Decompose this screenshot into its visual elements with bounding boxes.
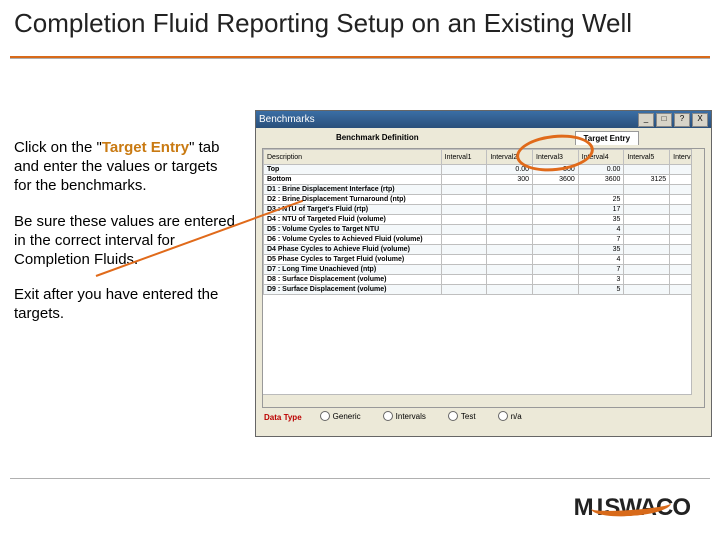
benchmarks-window: Benchmarks _ □ ? X Benchmark Definition … xyxy=(255,110,712,437)
table-row[interactable]: D5 : Volume Cycles to Target NTU4 xyxy=(264,225,704,235)
table-row[interactable]: D6 : Volume Cycles to Achieved Fluid (vo… xyxy=(264,235,704,245)
table-row[interactable]: Bottom300360036003125 xyxy=(264,175,704,185)
data-grid[interactable]: DescriptionInterval1Interval2Interval3In… xyxy=(262,148,705,408)
tab-target-entry[interactable]: Target Entry xyxy=(575,131,640,145)
table-row[interactable]: D2 : Brine Displacement Turnaround (ntp)… xyxy=(264,195,704,205)
table-row[interactable]: D4 : NTU of Targeted Fluid (volume)35 xyxy=(264,215,704,225)
brand-logo: M ISWACO xyxy=(574,494,690,522)
footer-bar: Data Type Generic Intervals Test n/a xyxy=(256,408,711,426)
instruction-p2: Be sure these values are entered in the … xyxy=(14,212,238,270)
scrollbar-horizontal[interactable] xyxy=(263,394,692,407)
radio-option[interactable]: n/a xyxy=(498,411,522,421)
tab-benchmark-definition[interactable]: Benchmark Definition xyxy=(328,131,427,145)
table-row[interactable]: D7 : Long Time Unachieved (ntp)7 xyxy=(264,265,704,275)
instruction-block: Click on the "Target Entry" tab and ente… xyxy=(14,138,238,340)
col-header[interactable]: Interval5 xyxy=(624,150,670,165)
divider-top-shadow xyxy=(10,58,710,59)
instruction-p3: Exit after you have entered the targets. xyxy=(14,285,238,323)
table-row[interactable]: D8 : Surface Displacement (volume)3 xyxy=(264,275,704,285)
minimize-button[interactable]: _ xyxy=(638,113,654,127)
col-header[interactable]: Interval4 xyxy=(578,150,624,165)
scrollbar-vertical[interactable] xyxy=(691,149,704,407)
col-header[interactable]: Description xyxy=(264,150,442,165)
window-title: Benchmarks xyxy=(259,114,315,125)
data-type-label: Data Type xyxy=(264,413,302,422)
radio-option[interactable]: Generic xyxy=(320,411,361,421)
table-row[interactable]: Top0.003000.00 xyxy=(264,165,704,175)
radio-option[interactable]: Intervals xyxy=(383,411,426,421)
highlight-target-entry: Target Entry xyxy=(102,139,189,156)
radio-option[interactable]: Test xyxy=(448,411,476,421)
table-row[interactable]: D1 : Brine Displacement Interface (rtp) xyxy=(264,185,704,195)
col-header[interactable]: Interval1 xyxy=(441,150,487,165)
table-row[interactable]: D9 : Surface Displacement (volume)5 xyxy=(264,285,704,295)
table-row[interactable]: D3 : NTU of Target's Fluid (rtp)17 xyxy=(264,205,704,215)
table-row[interactable]: D4 Phase Cycles to Achieve Fluid (volume… xyxy=(264,245,704,255)
col-header[interactable]: Interval2 xyxy=(487,150,533,165)
divider-bottom xyxy=(10,478,710,479)
help-button[interactable]: ? xyxy=(674,113,690,127)
col-header[interactable]: Interval3 xyxy=(533,150,579,165)
instruction-p1: Click on the "Target Entry" tab and ente… xyxy=(14,138,238,196)
close-button[interactable]: X xyxy=(692,113,708,127)
slide-title: Completion Fluid Reporting Setup on an E… xyxy=(14,8,632,39)
tab-strip: Benchmark Definition Target Entry xyxy=(256,128,711,148)
titlebar: Benchmarks _ □ ? X xyxy=(256,111,711,128)
table-row[interactable]: D5 Phase Cycles to Target Fluid (volume)… xyxy=(264,255,704,265)
maximize-button[interactable]: □ xyxy=(656,113,672,127)
